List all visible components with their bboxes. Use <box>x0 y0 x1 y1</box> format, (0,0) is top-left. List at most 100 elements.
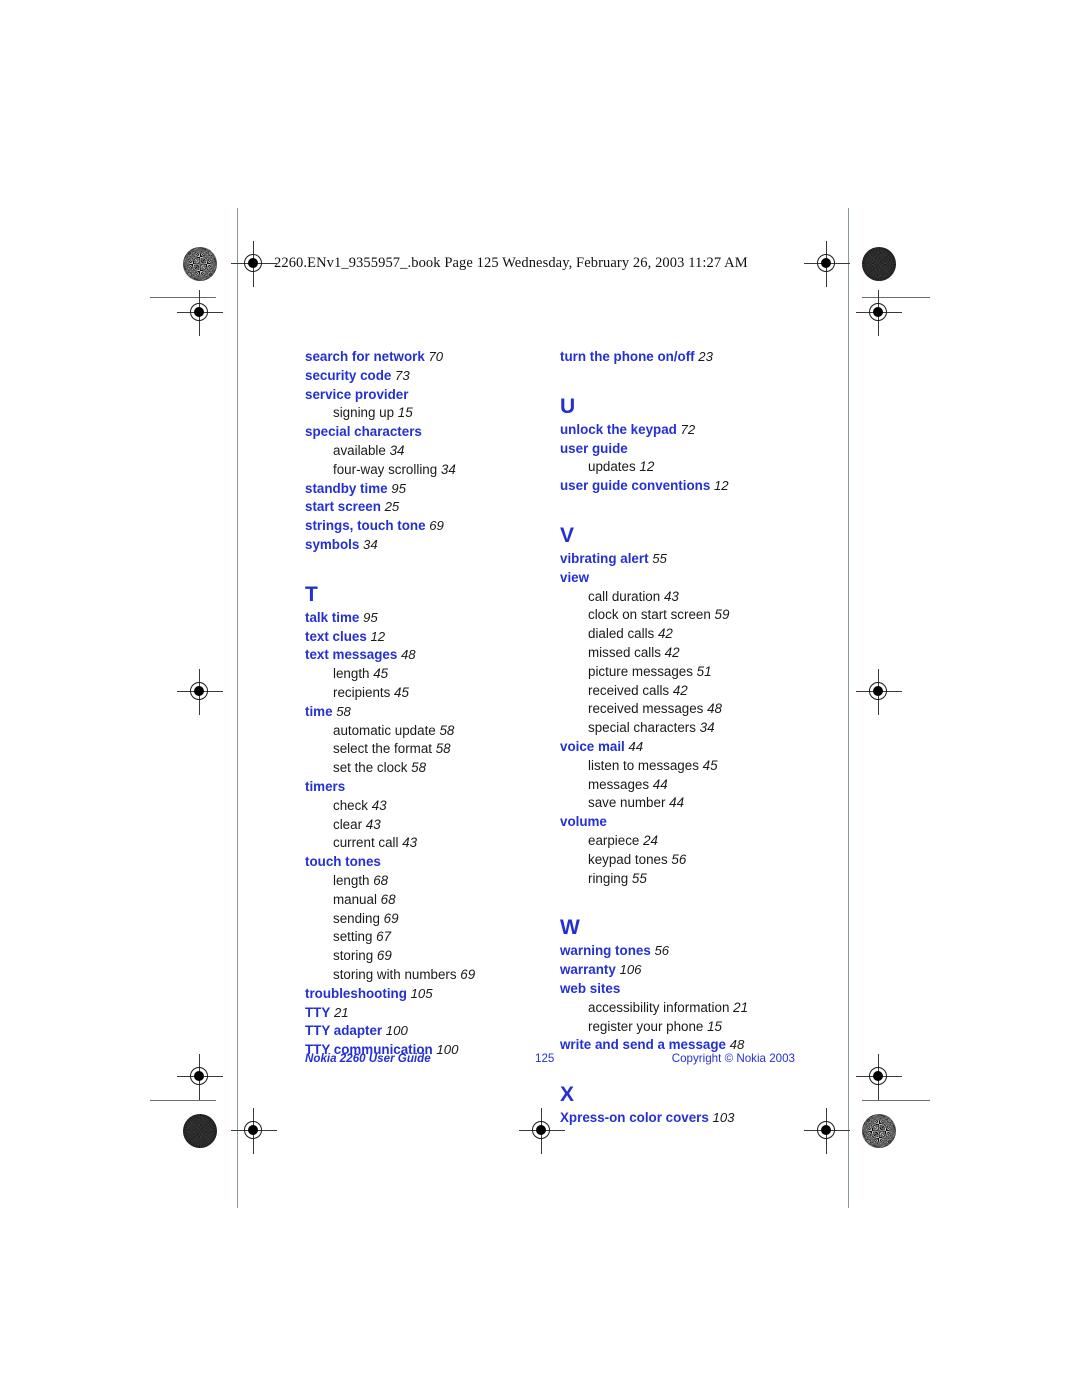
index-subentry-label: register your phone <box>588 1018 704 1034</box>
index-entry-label: time <box>305 703 333 719</box>
index-entry-label: Xpress-on color covers <box>560 1110 709 1126</box>
index-entry[interactable]: unlock the keypad 72 <box>560 421 810 440</box>
index-entry-label: symbols <box>305 536 360 552</box>
index-entry[interactable]: vibrating alert 55 <box>560 550 810 569</box>
index-entry[interactable]: time 58 <box>305 703 555 722</box>
index-entry[interactable]: TTY adapter 100 <box>305 1022 555 1041</box>
index-section-letter: T <box>305 582 318 606</box>
index-subentry[interactable]: dialed calls 42 <box>560 625 810 644</box>
crop-line-horizontal-bottom-right <box>862 1100 930 1101</box>
index-subentry[interactable]: select the format 58 <box>305 740 555 759</box>
index-subentry[interactable]: picture messages 51 <box>560 663 810 682</box>
index-subentry-page: 43 <box>362 816 381 832</box>
index-entry[interactable]: service provider <box>305 386 555 405</box>
index-subentry[interactable]: call duration 43 <box>560 588 810 607</box>
index-subentry[interactable]: clear 43 <box>305 816 555 835</box>
index-entry[interactable]: Xpress-on color covers 103 <box>560 1109 810 1128</box>
index-entry[interactable]: web sites <box>560 980 810 999</box>
index-subentry[interactable]: register your phone 15 <box>560 1018 810 1037</box>
index-entry[interactable]: text messages 48 <box>305 646 555 665</box>
index-subentry[interactable]: received calls 42 <box>560 682 810 701</box>
index-subentry[interactable]: earpiece 24 <box>560 832 810 851</box>
index-subentry[interactable]: recipients 45 <box>305 684 555 703</box>
index-subentry[interactable]: manual 68 <box>305 891 555 910</box>
index-entry[interactable]: timers <box>305 778 555 797</box>
index-entry[interactable]: troubleshooting 105 <box>305 985 555 1004</box>
registration-mark-bottom-center <box>519 1108 565 1154</box>
index-entry[interactable]: security code 73 <box>305 367 555 386</box>
index-subentry[interactable]: current call 43 <box>305 834 555 853</box>
index-subentry[interactable]: sending 69 <box>305 910 555 929</box>
index-subentry-page: 58 <box>407 760 427 776</box>
index-subentry[interactable]: automatic update 58 <box>305 722 555 741</box>
index-entry[interactable]: warning tones 56 <box>560 942 810 961</box>
index-entry-label: vibrating alert <box>560 550 649 566</box>
index-entry-page: 12 <box>366 628 386 644</box>
index-subentry[interactable]: updates 12 <box>560 458 810 477</box>
index-entry[interactable]: touch tones <box>305 853 555 872</box>
index-subentry[interactable]: keypad tones 56 <box>560 851 810 870</box>
index-entry-page: 103 <box>708 1110 735 1126</box>
index-entry[interactable]: special characters <box>305 423 555 442</box>
index-subentry[interactable]: four-way scrolling 34 <box>305 461 555 480</box>
index-subentry[interactable]: setting 67 <box>305 928 555 947</box>
index-entry[interactable]: talk time 95 <box>305 609 555 628</box>
index-entry[interactable]: text clues 12 <box>305 628 555 647</box>
index-entry-label: special characters <box>305 424 422 440</box>
index-subentry[interactable]: clock on start screen 59 <box>560 606 810 625</box>
index-subentry-label: set the clock <box>333 760 408 776</box>
index-subentry[interactable]: storing 69 <box>305 947 555 966</box>
index-entry-page: 95 <box>387 480 406 496</box>
index-subentry[interactable]: set the clock 58 <box>305 759 555 778</box>
index-entry[interactable]: volume <box>560 813 810 832</box>
index-subentry[interactable]: length 45 <box>305 665 555 684</box>
index-subentry[interactable]: available 34 <box>305 442 555 461</box>
index-entry-page: 34 <box>359 536 378 552</box>
index-subentry-label: received calls <box>588 682 670 698</box>
index-subentry-page: 51 <box>692 663 712 679</box>
index-entry[interactable]: turn the phone on/off 23 <box>560 348 810 367</box>
index-subentry[interactable]: signing up 15 <box>305 404 555 423</box>
index-column-right: turn the phone on/off 23 Uunlock the keyp… <box>560 348 810 1128</box>
index-subentry[interactable]: storing with numbers 69 <box>305 966 555 985</box>
index-entry[interactable]: user guide <box>560 440 810 459</box>
index-subentry-label: storing with numbers <box>333 966 457 982</box>
index-entry[interactable]: view <box>560 569 810 588</box>
index-entry-page: 12 <box>710 478 729 494</box>
index-entry-label: view <box>560 569 590 585</box>
index-subentry[interactable]: save number 44 <box>560 794 810 813</box>
index-entry[interactable]: start screen 25 <box>305 498 555 517</box>
index-entry[interactable]: standby time 95 <box>305 480 555 499</box>
index-subentry[interactable]: messages 44 <box>560 776 810 795</box>
index-subentry-label: four-way scrolling <box>333 461 438 477</box>
footer-copyright: Copyright © Nokia 2003 <box>671 1052 795 1065</box>
index-entry-label: standby time <box>305 480 388 496</box>
index-entry[interactable]: symbols 34 <box>305 536 555 555</box>
index-subentry-label: accessibility information <box>588 999 730 1015</box>
index-subentry-label: call duration <box>588 588 661 604</box>
index-entry[interactable]: user guide conventions 12 <box>560 477 810 496</box>
index-entry-page: 95 <box>359 609 378 625</box>
index-entry[interactable]: strings, touch tone 69 <box>305 517 555 536</box>
index-subentry[interactable]: accessibility information 21 <box>560 999 810 1018</box>
index-subentry[interactable]: check 43 <box>305 797 555 816</box>
index-entry[interactable]: search for network 70 <box>305 348 555 367</box>
index-entry[interactable]: voice mail 44 <box>560 738 810 757</box>
index-subentry[interactable]: listen to messages 45 <box>560 757 810 776</box>
registration-mark-bottom-left-inner <box>231 1108 277 1154</box>
index-entry[interactable]: TTY 21 <box>305 1004 555 1023</box>
index-subentry[interactable]: length 68 <box>305 872 555 891</box>
index-subentry-label: keypad tones <box>588 851 668 867</box>
index-subentry[interactable]: special characters 34 <box>560 719 810 738</box>
index-entry[interactable]: warranty 106 <box>560 961 810 980</box>
registration-mark-bottom-right-inner <box>804 1108 850 1154</box>
index-entry-page: 72 <box>676 421 696 437</box>
index-subentry-label: sending <box>333 910 380 926</box>
index-subentry[interactable]: received messages 48 <box>560 700 810 719</box>
index-subentry-page: 45 <box>390 684 409 700</box>
index-subentry[interactable]: ringing 55 <box>560 870 810 889</box>
rosette-mark-bottom-left <box>183 1114 217 1148</box>
registration-mark-bottom-right-outer <box>856 1054 902 1100</box>
index-subentry-page: 58 <box>435 722 455 738</box>
index-subentry[interactable]: missed calls 42 <box>560 644 810 663</box>
